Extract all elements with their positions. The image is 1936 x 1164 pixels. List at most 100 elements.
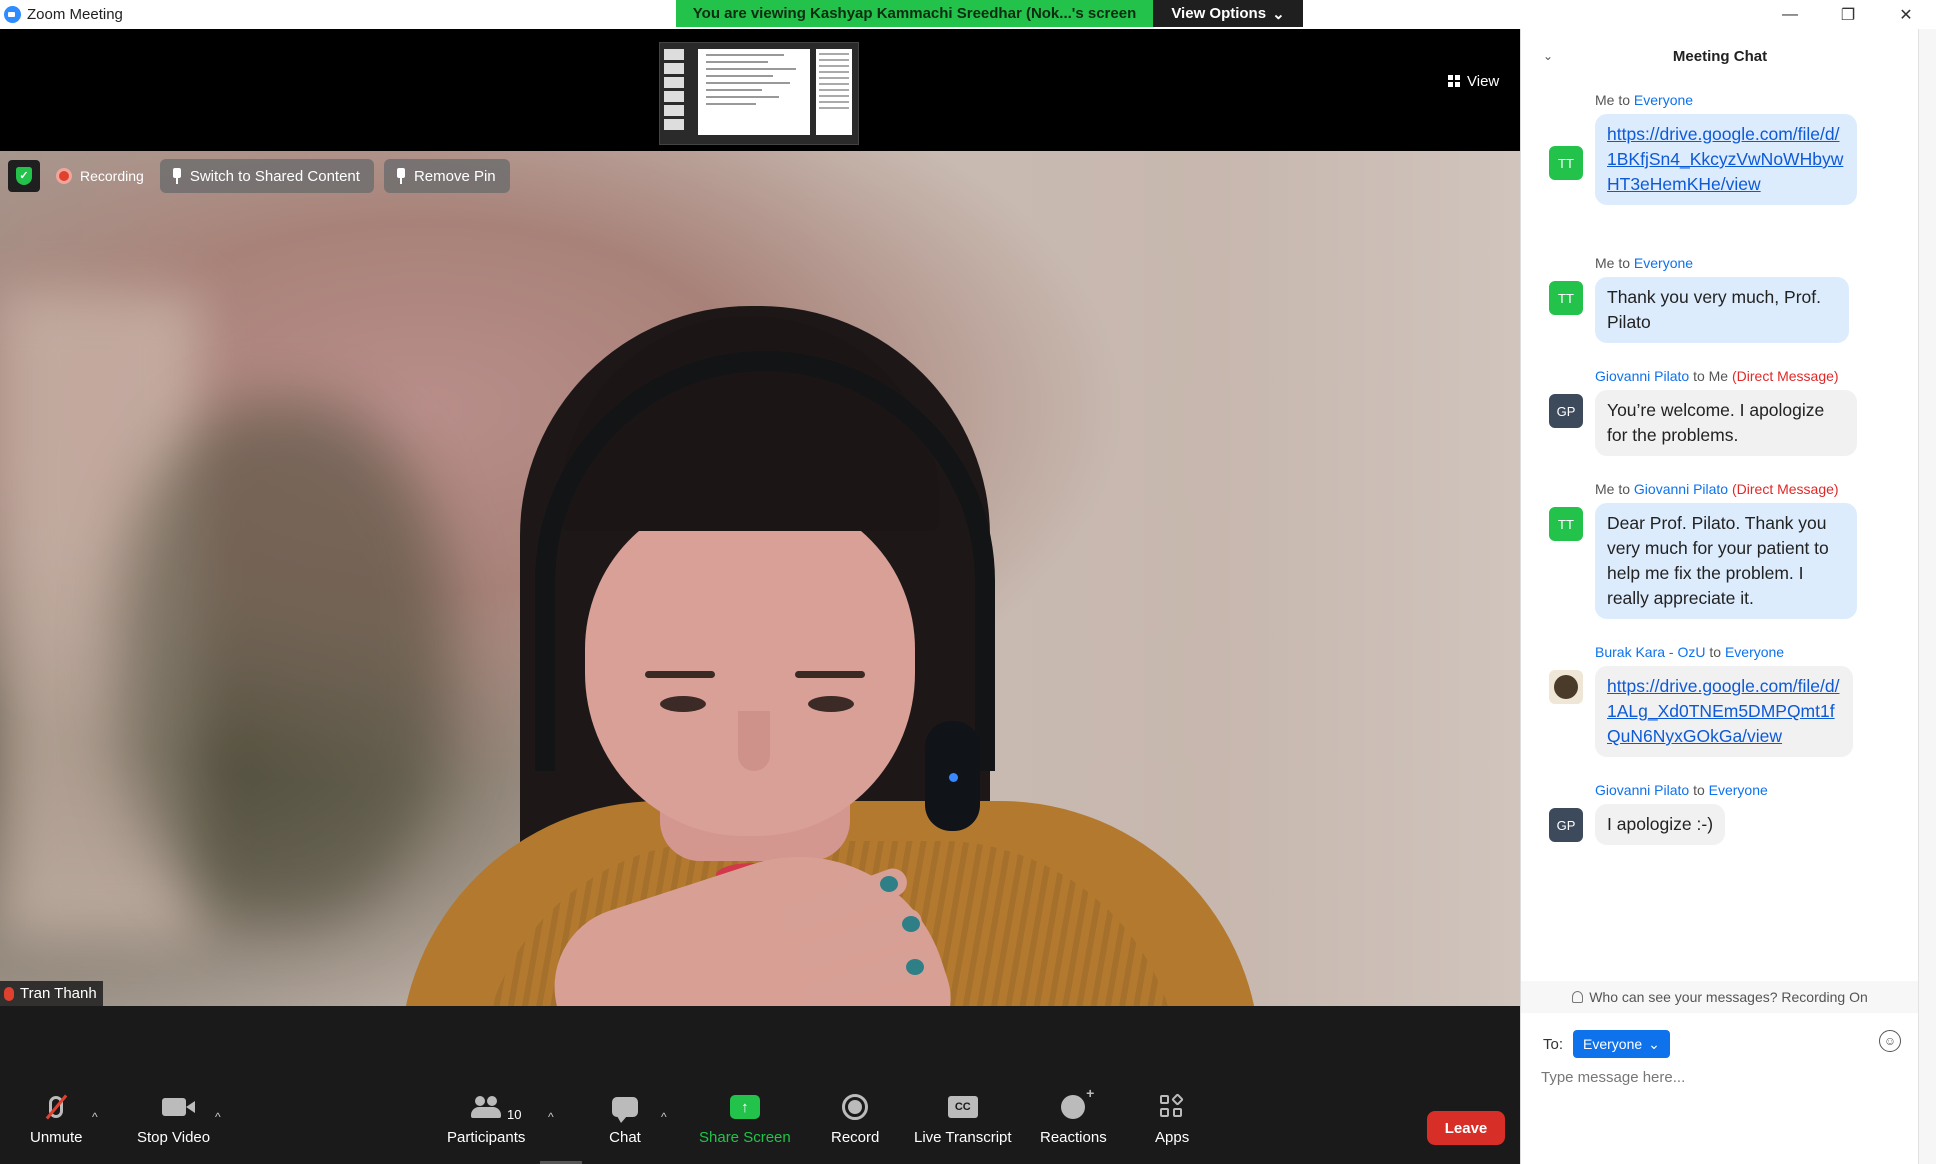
stop-video-button[interactable]: Stop Video (137, 1093, 210, 1146)
recipient-dropdown[interactable]: Everyone ⌄ (1573, 1030, 1670, 1058)
unmute-label: Unmute (30, 1129, 83, 1146)
to-label: To: (1543, 1035, 1564, 1053)
stop-video-label: Stop Video (137, 1129, 211, 1146)
notes-preview (816, 49, 852, 135)
window-title: Zoom Meeting (27, 6, 123, 23)
shield-icon: ✓ (16, 167, 32, 185)
message-recipient: Everyone (1724, 644, 1785, 660)
close-button[interactable]: ✕ (1878, 0, 1934, 29)
message-bubble: https://drive.google.com/file/d/1ALg_Xd0… (1595, 666, 1853, 757)
pinned-video[interactable] (0, 151, 1520, 1006)
fingernail (902, 916, 920, 932)
participant-name-tag: Tran Thanh (0, 981, 103, 1006)
message-bubble: I apologize :-) (1595, 804, 1726, 845)
headset-earpiece (925, 721, 980, 831)
message-to-word: to (1618, 481, 1631, 497)
record-button[interactable]: Record (831, 1093, 879, 1146)
message-meta: Giovanni Pilato to Me (Direct Message) (1595, 368, 1839, 384)
video-options-caret-icon[interactable]: ^ (215, 1110, 221, 1124)
message-recipient: Giovanni Pilato (1633, 481, 1729, 497)
message-to-word: to (1618, 255, 1631, 271)
message-meta: Giovanni Pilato to Everyone (1595, 782, 1768, 798)
message-meta: Me to Giovanni Pilato (Direct Message) (1595, 481, 1839, 497)
restore-button[interactable]: ❐ (1820, 0, 1876, 29)
switch-to-shared-content-button[interactable]: Switch to Shared Content (159, 159, 374, 193)
chat-message: Giovanni Pilato to Everyone GP I apologi… (1521, 782, 1919, 852)
message-link[interactable]: https://drive.google.com/file/d/1ALg_Xd0… (1607, 676, 1839, 746)
video-top-overlay: ✓ Recording Switch to Shared Content Rem… (8, 159, 510, 193)
chat-message: Me to Everyone TT Thank you very much, P… (1521, 255, 1919, 345)
message-meta: Me to Everyone (1595, 255, 1693, 271)
unmute-button[interactable]: Unmute (30, 1093, 83, 1146)
chat-header: ⌄ Meeting Chat (1521, 29, 1919, 85)
chat-bubble-icon (609, 1093, 641, 1123)
chat-message: Me to Giovanni Pilato (Direct Message) T… (1521, 481, 1919, 621)
avatar: TT (1549, 146, 1583, 180)
participants-options-caret-icon[interactable]: ^ (548, 1110, 554, 1124)
recording-dot-icon (56, 168, 72, 184)
avatar: GP (1549, 808, 1583, 842)
message-sender: Me (1595, 481, 1615, 497)
share-screen-label: Share Screen (699, 1129, 791, 1146)
pin-icon (172, 168, 182, 184)
share-banner: You are viewing Kashyap Kammachi Sreedha… (676, 0, 1153, 27)
chat-button[interactable]: Chat (609, 1093, 641, 1146)
pin-icon (396, 168, 406, 184)
privacy-text: Who can see your messages? Recording On (1589, 989, 1868, 1005)
avatar (1549, 670, 1583, 704)
minimize-button[interactable]: — (1762, 0, 1818, 29)
view-layout-button[interactable]: View (1440, 68, 1510, 94)
zoom-meeting-window: Zoom Meeting You are viewing Kashyap Kam… (0, 0, 1936, 1164)
chat-message: Burak Kara - OzU to Everyone https://dri… (1521, 644, 1919, 764)
participants-count: 10 (507, 1107, 522, 1122)
muted-mic-icon (4, 986, 14, 1001)
emoji-button[interactable]: ☺ (1879, 1030, 1901, 1052)
switch-to-shared-content-label: Switch to Shared Content (189, 167, 360, 185)
share-screen-button[interactable]: ↑ Share Screen (699, 1093, 791, 1146)
chat-options-caret-icon[interactable]: ^ (661, 1110, 667, 1124)
chat-message-input[interactable] (1541, 1063, 1901, 1091)
message-bubble: You’re welcome. I apologize for the prob… (1595, 390, 1857, 456)
chat-label: Chat (609, 1129, 641, 1146)
remove-pin-button[interactable]: Remove Pin (383, 159, 510, 193)
apps-icon (1156, 1093, 1188, 1121)
live-transcript-label: Live Transcript (914, 1129, 1012, 1146)
leave-button[interactable]: Leave (1427, 1111, 1505, 1145)
message-link[interactable]: https://drive.google.com/file/d/1BKfjSn4… (1607, 124, 1843, 194)
side-panel-edge (1918, 29, 1936, 1164)
message-sender: Giovanni Pilato (1595, 368, 1690, 384)
recording-indicator[interactable]: Recording (50, 168, 150, 184)
chat-message: Me to Everyone TT https://drive.google.c… (1521, 92, 1919, 252)
chat-message: Giovanni Pilato to Me (Direct Message) G… (1521, 368, 1919, 458)
message-bubble: Thank you very much, Prof. Pilato (1595, 277, 1849, 343)
participants-icon (470, 1093, 502, 1121)
message-bubble: Dear Prof. Pilato. Thank you very much f… (1595, 503, 1857, 619)
fingernail (880, 876, 898, 892)
chevron-down-icon: ⌄ (1272, 5, 1285, 23)
message-to-word: to (1693, 782, 1705, 798)
view-options-button[interactable]: View Options ⌄ (1153, 0, 1303, 27)
shared-content-strip: View (0, 29, 1520, 151)
emoji-plus-icon (1057, 1085, 1094, 1121)
avatar: GP (1549, 394, 1583, 428)
reactions-label: Reactions (1040, 1129, 1107, 1146)
message-sender: Me (1595, 92, 1615, 108)
reactions-button[interactable]: Reactions (1040, 1085, 1107, 1146)
record-icon (839, 1093, 871, 1121)
video-camera-icon (158, 1093, 195, 1121)
message-recipient: Me (1708, 368, 1729, 384)
participant-name: Tran Thanh (20, 985, 97, 1002)
shared-screen-thumbnail[interactable] (659, 42, 859, 145)
message-to-word: to (1693, 368, 1705, 384)
closed-caption-icon: CC (947, 1093, 979, 1121)
message-bubble: https://drive.google.com/file/d/1BKfjSn4… (1595, 114, 1857, 205)
apps-button[interactable]: Apps (1155, 1093, 1189, 1146)
avatar: TT (1549, 507, 1583, 541)
fingernail (906, 959, 924, 975)
security-button[interactable]: ✓ (8, 160, 40, 192)
grid-view-icon (1448, 75, 1461, 87)
live-transcript-button[interactable]: CC Live Transcript (914, 1093, 1012, 1146)
audio-options-caret-icon[interactable]: ^ (92, 1110, 98, 1124)
message-privacy-notice[interactable]: Who can see your messages? Recording On (1521, 981, 1919, 1013)
message-to-word: to (1618, 92, 1631, 108)
